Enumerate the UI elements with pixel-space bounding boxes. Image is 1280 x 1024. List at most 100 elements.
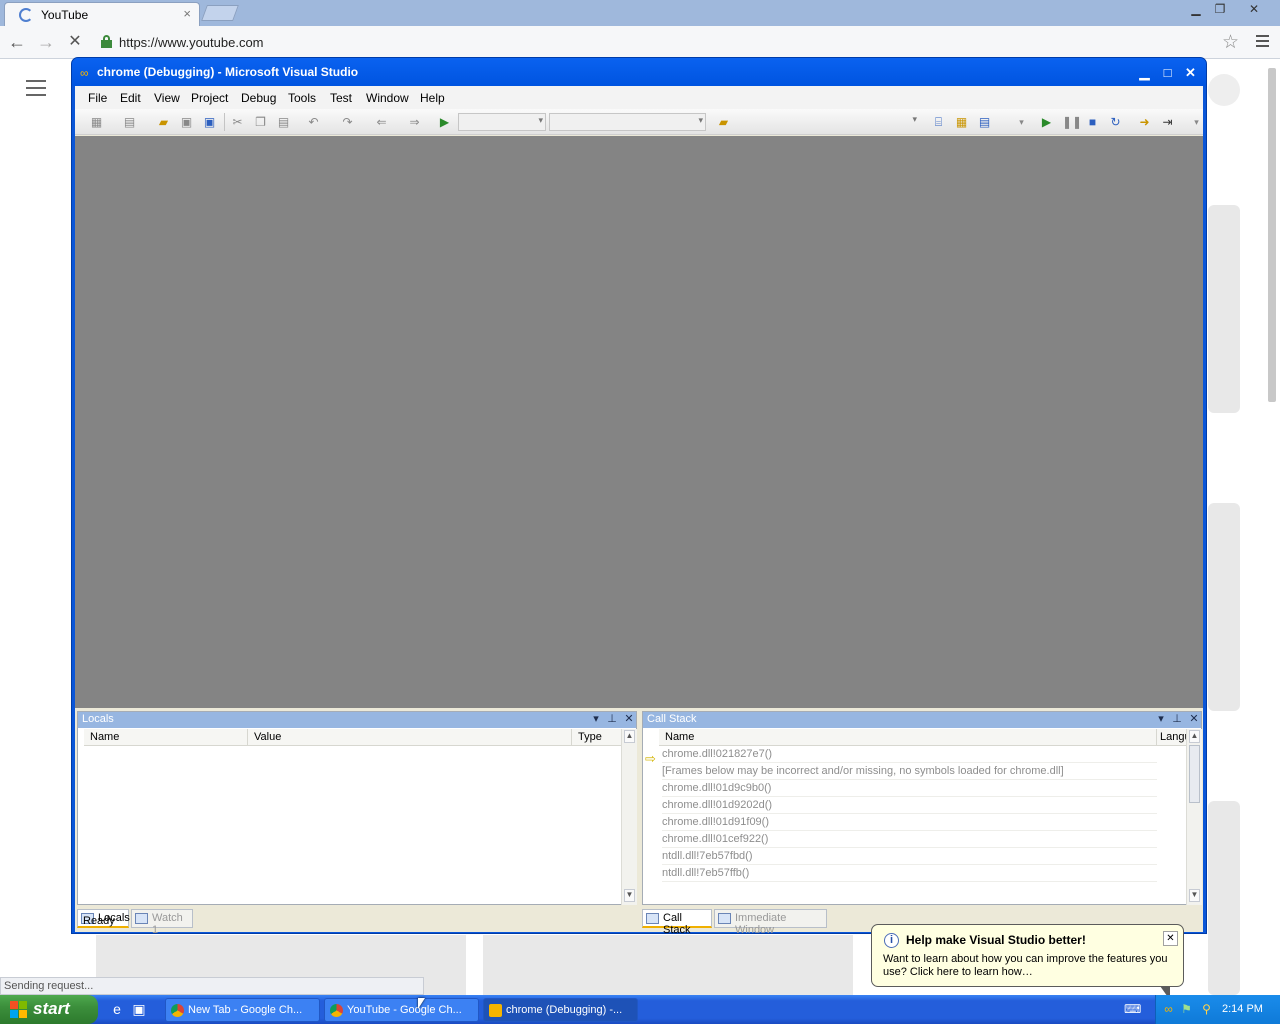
navigate-backward-icon[interactable]: ⇐: [374, 115, 389, 129]
solution-configuration-combo[interactable]: [458, 113, 546, 131]
vs-client-area: File Edit View Project Debug Tools Test …: [75, 86, 1204, 936]
stack-frame-row[interactable]: ntdll.dll!7eb57ffb(): [662, 865, 1157, 882]
bookmark-star-icon[interactable]: ☆: [1222, 31, 1239, 54]
cut-icon[interactable]: ✂: [230, 115, 245, 129]
stop-debugging-icon[interactable]: ■: [1085, 115, 1100, 129]
stack-frame-row[interactable]: ntdll.dll!7eb57fbd(): [662, 848, 1157, 865]
menu-help[interactable]: Help: [420, 91, 445, 105]
taskbar-button-youtube[interactable]: YouTube - Google Ch...: [324, 998, 479, 1022]
keyboard-icon[interactable]: ⌨: [1124, 1003, 1141, 1016]
tab-close-icon[interactable]: ×: [183, 6, 191, 21]
address-bar[interactable]: https://www.youtube.com: [119, 35, 264, 50]
properties-window-icon[interactable]: ▦: [954, 115, 969, 129]
find-in-files-icon[interactable]: ▰: [716, 115, 731, 129]
balloon-body[interactable]: Want to learn about how you can improve …: [883, 953, 1179, 979]
stack-frame-row[interactable]: chrome.dll!01d9c9b0(): [662, 780, 1157, 797]
taskbar: start e ▣ New Tab - Google Ch... YouTube…: [0, 995, 1280, 1024]
solution-explorer-icon[interactable]: ⌸: [931, 115, 946, 129]
paste-icon[interactable]: ▤: [276, 115, 291, 129]
menu-file[interactable]: File: [88, 91, 107, 105]
hamburger-menu-icon[interactable]: [26, 80, 46, 101]
tab-watch-1[interactable]: Watch 1: [131, 909, 193, 936]
forward-button[interactable]: →: [36, 33, 56, 51]
tab-call-stack[interactable]: Call Stack: [642, 909, 712, 936]
visual-studio-tray-icon[interactable]: ∞: [1162, 1003, 1175, 1016]
show-next-statement-icon[interactable]: ➜: [1137, 115, 1152, 129]
new-project-icon[interactable]: ▦: [89, 115, 104, 129]
save-all-icon[interactable]: ▣: [202, 115, 217, 129]
menu-tools[interactable]: Tools: [288, 91, 316, 105]
toolbar-overflow-icon[interactable]: ▾: [1189, 115, 1204, 129]
stop-button[interactable]: ✕: [65, 33, 85, 51]
internet-explorer-icon[interactable]: e: [109, 1001, 125, 1017]
locals-col-name[interactable]: Name: [84, 729, 248, 746]
add-item-icon[interactable]: ▤: [122, 115, 137, 129]
browser-restore-button[interactable]: ❐: [1208, 1, 1232, 17]
redo-icon[interactable]: ↷: [340, 115, 355, 129]
locals-scrollbar[interactable]: ▲ ▼: [621, 729, 637, 905]
back-button[interactable]: ←: [7, 33, 27, 51]
call-stack-pane: Call Stack ▾ ⊥ ✕ Name Langu ⇨ chrome.dll…: [642, 711, 1202, 905]
windows-flag-icon: [10, 1001, 27, 1018]
page-scrollbar[interactable]: [1268, 68, 1276, 402]
taskbar-button-visual-studio[interactable]: chrome (Debugging) -...: [483, 998, 638, 1022]
locals-col-type[interactable]: Type: [572, 729, 622, 746]
pane-close-icon[interactable]: ✕: [623, 712, 635, 725]
vs-maximize-button[interactable]: □: [1157, 63, 1178, 84]
vs-minimize-button[interactable]: ▁: [1134, 63, 1155, 84]
pane-dropdown-icon[interactable]: ▾: [590, 712, 602, 725]
start-debugging-icon[interactable]: ▶: [437, 115, 452, 129]
vs-menu-bar: File Edit View Project Debug Tools Test …: [75, 86, 1203, 109]
find-combo[interactable]: [735, 113, 919, 131]
start-button[interactable]: start: [0, 995, 98, 1024]
vs-title-bar[interactable]: ∞ chrome (Debugging) - Microsoft Visual …: [72, 58, 1206, 86]
call-stack-col-language[interactable]: Langu: [1157, 729, 1187, 746]
stack-frame-row[interactable]: chrome.dll!01d91f09(): [662, 814, 1157, 831]
video-card-placeholder: [483, 935, 853, 995]
taskbar-button-new-tab[interactable]: New Tab - Google Ch...: [165, 998, 320, 1022]
toolbar-overflow-icon[interactable]: ▾: [1014, 115, 1029, 129]
solution-platform-combo[interactable]: [549, 113, 706, 131]
notification-balloon[interactable]: i Help make Visual Studio better! ✕ Want…: [871, 924, 1184, 1000]
stack-frame-row[interactable]: chrome.dll!01d9202d(): [662, 797, 1157, 814]
stack-frame-row[interactable]: chrome.dll!01cef922(): [662, 831, 1157, 848]
continue-icon[interactable]: ▶: [1039, 115, 1054, 129]
stack-frame-row[interactable]: [Frames below may be incorrect and/or mi…: [662, 763, 1157, 780]
menu-view[interactable]: View: [154, 91, 180, 105]
open-file-icon[interactable]: ▰: [156, 115, 171, 129]
undo-icon[interactable]: ↶: [306, 115, 321, 129]
save-icon[interactable]: ▣: [179, 115, 194, 129]
menu-project[interactable]: Project: [191, 91, 228, 105]
pane-pin-icon[interactable]: ⊥: [606, 712, 618, 725]
menu-test[interactable]: Test: [330, 91, 352, 105]
browser-close-button[interactable]: ✕: [1242, 1, 1266, 17]
show-desktop-icon[interactable]: ▣: [131, 1001, 147, 1017]
menu-window[interactable]: Window: [366, 91, 409, 105]
menu-edit[interactable]: Edit: [120, 91, 141, 105]
pane-pin-icon[interactable]: ⊥: [1171, 712, 1183, 725]
copy-icon[interactable]: ❐: [253, 115, 268, 129]
call-stack-scrollbar[interactable]: ▲ ▼: [1186, 729, 1202, 905]
tab-youtube[interactable]: YouTube ×: [4, 2, 200, 26]
pane-close-icon[interactable]: ✕: [1188, 712, 1200, 725]
balloon-close-button[interactable]: ✕: [1163, 931, 1178, 946]
stack-frame-row[interactable]: chrome.dll!021827e7(): [662, 746, 1157, 763]
object-browser-icon[interactable]: ▤: [977, 115, 992, 129]
pane-dropdown-icon[interactable]: ▾: [1155, 712, 1167, 725]
clock[interactable]: 2:14 PM: [1222, 1003, 1263, 1015]
chrome-menu-icon[interactable]: [1256, 35, 1269, 50]
new-tab-button[interactable]: [201, 5, 239, 21]
step-into-icon[interactable]: ⇥: [1160, 115, 1175, 129]
tab-immediate-window[interactable]: Immediate Window: [714, 909, 827, 936]
call-stack-col-name[interactable]: Name: [659, 729, 1157, 746]
break-all-icon[interactable]: ❚❚: [1062, 115, 1082, 129]
search-icon[interactable]: ⚲: [1200, 1003, 1213, 1016]
locals-col-value[interactable]: Value: [248, 729, 572, 746]
navigate-forward-icon[interactable]: ⇒: [407, 115, 422, 129]
restart-icon[interactable]: ↻: [1108, 115, 1123, 129]
network-icon[interactable]: ⚑: [1180, 1003, 1193, 1016]
avatar[interactable]: [1208, 74, 1240, 106]
menu-debug[interactable]: Debug: [241, 91, 276, 105]
vs-close-button[interactable]: ✕: [1180, 63, 1201, 84]
browser-minimize-button[interactable]: ▁: [1184, 1, 1208, 17]
